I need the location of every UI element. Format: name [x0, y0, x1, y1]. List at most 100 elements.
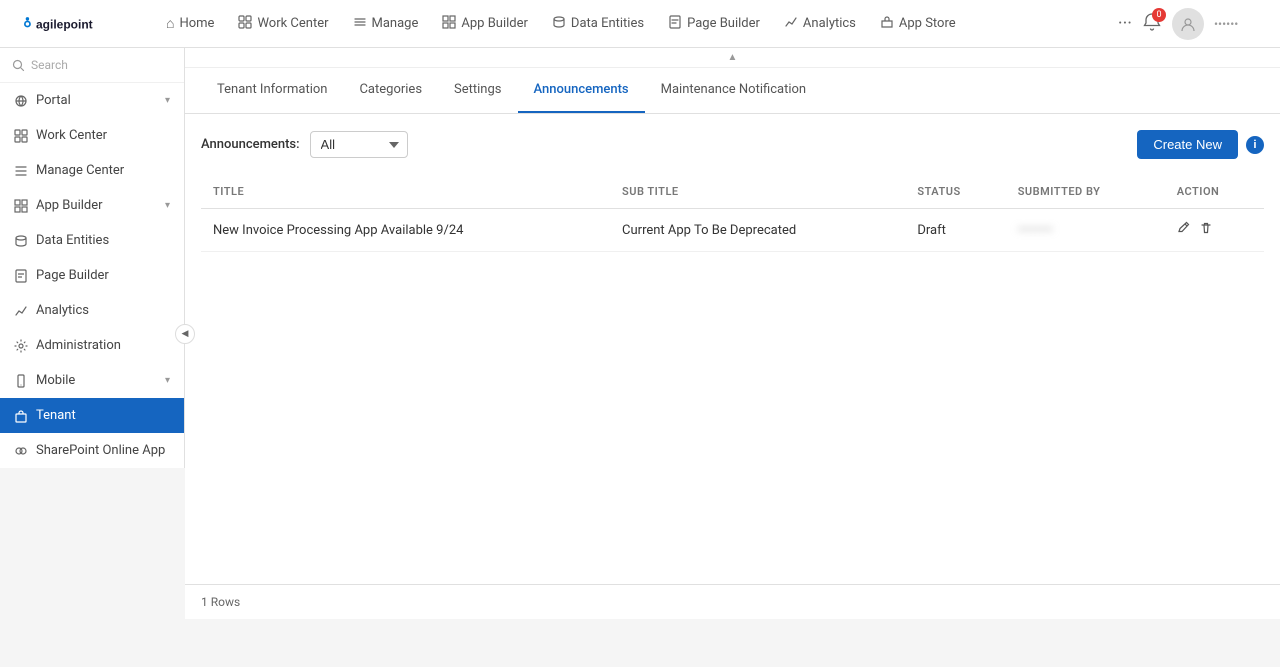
- data-entities-icon: [552, 15, 566, 33]
- filter-select[interactable]: All Draft Published Archived: [310, 131, 408, 158]
- tab-announcements[interactable]: Announcements: [518, 68, 645, 113]
- col-status: STATUS: [905, 175, 1005, 209]
- content-area: Announcements: All Draft Published Archi…: [185, 114, 1280, 584]
- sidebar-collapse-button[interactable]: ◀: [175, 324, 195, 344]
- sidebar-item-app-builder[interactable]: App Builder ▾: [0, 188, 184, 223]
- collapse-arrow[interactable]: ▲: [185, 48, 1280, 68]
- col-action: ACTION: [1165, 175, 1264, 209]
- tenant-icon: [14, 409, 28, 423]
- mobile-icon: [14, 374, 28, 388]
- edit-button[interactable]: [1177, 221, 1191, 239]
- announcements-table: TITLE SUB TITLE STATUS SUBMITTED BY ACTI…: [201, 175, 1264, 252]
- notification-button[interactable]: 0: [1142, 12, 1162, 36]
- sidebar-item-analytics[interactable]: Analytics: [0, 293, 184, 328]
- nav-app-store[interactable]: App Store: [870, 9, 966, 39]
- search-icon: [12, 59, 25, 72]
- manage-icon: [353, 15, 367, 33]
- info-icon[interactable]: i: [1246, 136, 1264, 154]
- administration-icon: [14, 339, 28, 353]
- sidebar-label-analytics: Analytics: [36, 303, 89, 318]
- cell-submitted-by: ••••••••: [1006, 209, 1165, 252]
- nav-home[interactable]: ⌂ Home: [156, 9, 224, 38]
- user-name: ••••••: [1214, 17, 1264, 31]
- top-navigation: agilepoint ⌂ Home Work Center Manage App…: [0, 0, 1280, 48]
- tab-tenant-information[interactable]: Tenant Information: [201, 68, 343, 113]
- user-avatar[interactable]: [1172, 8, 1204, 40]
- sidebar-item-data-entities[interactable]: Data Entities: [0, 223, 184, 258]
- sidebar: Search Portal ▾ Work Center: [0, 48, 185, 468]
- chevron-down-icon: ▾: [165, 95, 170, 106]
- sidebar-label-app-builder: App Builder: [36, 198, 103, 213]
- nav-manage[interactable]: Manage: [343, 9, 429, 39]
- col-sub-title: SUB TITLE: [610, 175, 905, 209]
- manage-center-icon: [14, 164, 28, 178]
- sidebar-item-mobile[interactable]: Mobile ▾: [0, 363, 184, 398]
- create-new-button[interactable]: Create New: [1137, 130, 1238, 159]
- tabs-bar: Tenant Information Categories Settings A…: [185, 68, 1280, 114]
- sidebar-item-tenant[interactable]: Tenant: [0, 398, 184, 433]
- table-footer: 1 Rows: [185, 584, 1280, 619]
- sidebar-label-administration: Administration: [36, 338, 121, 353]
- analytics-sidebar-icon: [14, 304, 28, 318]
- sidebar-wrapper: Search Portal ▾ Work Center: [0, 48, 185, 619]
- sharepoint-icon: [14, 444, 28, 458]
- app-builder-sidebar-icon: [14, 199, 28, 213]
- submitted-by-value: ••••••••: [1018, 223, 1053, 238]
- app-store-icon: [880, 15, 894, 33]
- table-header: TITLE SUB TITLE STATUS SUBMITTED BY ACTI…: [201, 175, 1264, 209]
- work-center-sidebar-icon: [14, 129, 28, 143]
- cell-status: Draft: [905, 209, 1005, 252]
- nav-page-builder[interactable]: Page Builder: [658, 9, 770, 39]
- delete-button[interactable]: [1199, 221, 1213, 239]
- main-content: ▲ Tenant Information Categories Settings…: [185, 48, 1280, 619]
- app-layout: Search Portal ▾ Work Center: [0, 48, 1280, 619]
- sidebar-item-manage-center[interactable]: Manage Center: [0, 153, 184, 188]
- tab-categories[interactable]: Categories: [343, 68, 438, 113]
- tab-maintenance-notification[interactable]: Maintenance Notification: [645, 68, 822, 113]
- cell-title: New Invoice Processing App Available 9/2…: [201, 209, 610, 252]
- sidebar-label-portal: Portal: [36, 93, 71, 108]
- sidebar-item-sharepoint-online-app[interactable]: SharePoint Online App: [0, 433, 184, 468]
- chevron-down-icon: ▾: [165, 375, 170, 386]
- portal-icon: [14, 94, 28, 108]
- nav-analytics[interactable]: Analytics: [774, 9, 866, 39]
- chevron-down-icon: ▾: [165, 200, 170, 211]
- sidebar-item-page-builder[interactable]: Page Builder: [0, 258, 184, 293]
- rows-count: 1 Rows: [201, 595, 240, 609]
- search-placeholder: Search: [31, 58, 68, 72]
- table-body: New Invoice Processing App Available 9/2…: [201, 209, 1264, 252]
- sidebar-label-tenant: Tenant: [36, 408, 76, 423]
- notification-badge: 0: [1152, 8, 1166, 22]
- sidebar-label-page-builder: Page Builder: [36, 268, 109, 283]
- home-icon: ⌂: [166, 15, 174, 32]
- nav-items: ⌂ Home Work Center Manage App Builder: [156, 9, 1118, 39]
- sidebar-label-sharepoint: SharePoint Online App: [36, 443, 165, 458]
- col-submitted-by: SUBMITTED BY: [1006, 175, 1165, 209]
- sidebar-label-work-center: Work Center: [36, 128, 107, 143]
- work-center-icon: [238, 15, 252, 33]
- search-box[interactable]: Search: [0, 48, 184, 83]
- sidebar-label-manage-center: Manage Center: [36, 163, 124, 178]
- table-row: New Invoice Processing App Available 9/2…: [201, 209, 1264, 252]
- cell-action: [1165, 209, 1264, 252]
- page-builder-icon: [668, 15, 682, 33]
- nav-work-center[interactable]: Work Center: [228, 9, 338, 39]
- cell-sub-title: Current App To Be Deprecated: [610, 209, 905, 252]
- col-title: TITLE: [201, 175, 610, 209]
- sidebar-label-mobile: Mobile: [36, 373, 75, 388]
- tab-settings[interactable]: Settings: [438, 68, 517, 113]
- svg-text:agilepoint: agilepoint: [36, 17, 93, 31]
- sidebar-item-portal[interactable]: Portal ▾: [0, 83, 184, 118]
- more-options-button[interactable]: ···: [1118, 13, 1132, 34]
- nav-right: ··· 0 ••••••: [1118, 8, 1264, 40]
- collapse-left-icon: ◀: [182, 329, 189, 339]
- sidebar-item-work-center[interactable]: Work Center: [0, 118, 184, 153]
- nav-app-builder[interactable]: App Builder: [432, 9, 538, 39]
- sidebar-item-administration[interactable]: Administration: [0, 328, 184, 363]
- app-builder-icon: [442, 15, 456, 33]
- logo[interactable]: agilepoint: [16, 12, 136, 36]
- page-builder-sidebar-icon: [14, 269, 28, 283]
- data-entities-sidebar-icon: [14, 234, 28, 248]
- sidebar-label-data-entities: Data Entities: [36, 233, 109, 248]
- nav-data-entities[interactable]: Data Entities: [542, 9, 654, 39]
